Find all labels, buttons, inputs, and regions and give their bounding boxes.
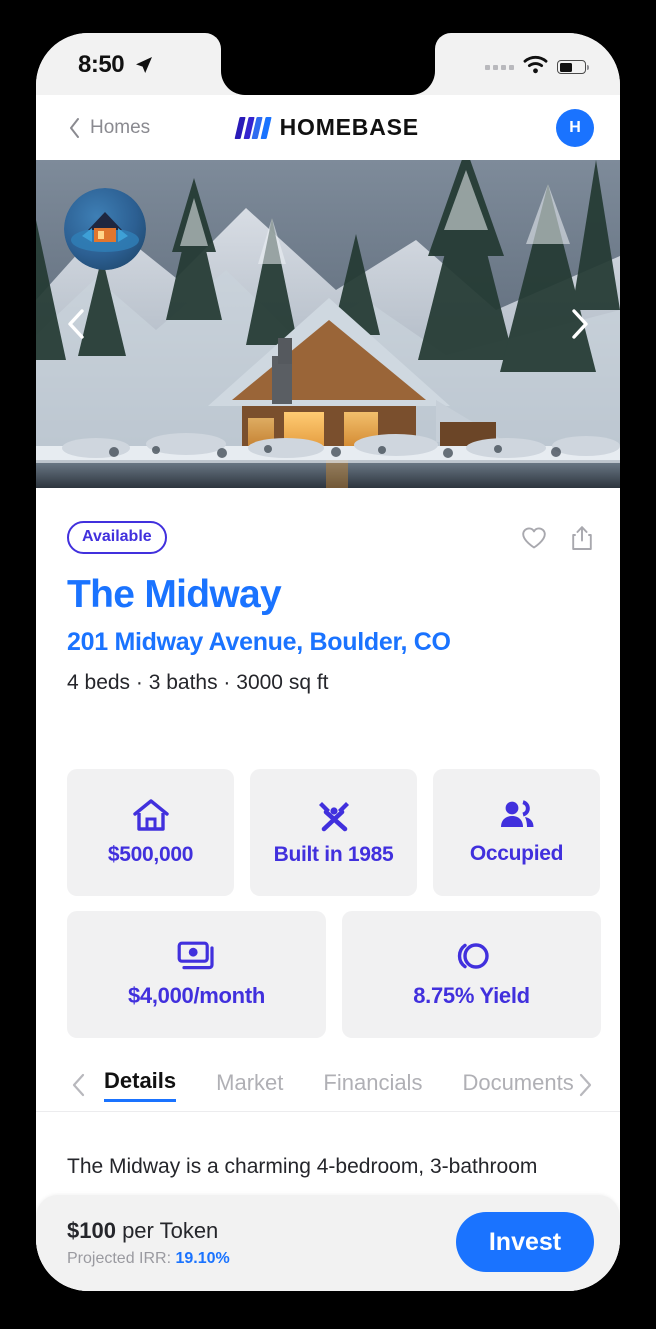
tabs-prev-arrow[interactable] — [64, 1072, 94, 1098]
token-price-amount: $100 — [67, 1218, 116, 1243]
stat-card-price-label: $500,000 — [107, 843, 194, 866]
chevron-left-icon — [70, 117, 79, 138]
property-specs: 4 beds · 3 baths · 3000 sq ft — [67, 671, 329, 694]
home-icon — [132, 799, 169, 831]
projected-irr: Projected IRR: 19.10% — [67, 1250, 230, 1268]
yield-donut-icon — [457, 943, 489, 969]
signal-dots-icon — [485, 64, 514, 70]
title-row: Available — [67, 521, 594, 556]
wifi-icon — [523, 55, 548, 79]
app-header: Homes HOMEBASE H — [36, 95, 620, 160]
tabs-divider — [36, 1111, 620, 1112]
status-time: 8:50 — [78, 51, 125, 78]
tabs-scroll: Details Market Financials Documents — [104, 1068, 584, 1102]
property-hero-image[interactable] — [36, 160, 620, 488]
tab-market[interactable]: Market — [216, 1070, 283, 1101]
irr-value: 19.10% — [175, 1250, 230, 1267]
tab-details[interactable]: Details — [104, 1068, 177, 1102]
property-detail-content: Available The Midway 201 Midway Avenue, — [36, 488, 620, 1291]
chevron-left-icon — [72, 1073, 85, 1097]
stat-card-rent[interactable]: $4,000/month — [67, 911, 326, 1038]
stat-card-year-built[interactable]: Built in 1985 — [250, 769, 417, 896]
page-title: The Midway — [67, 573, 282, 616]
status-badge[interactable]: Available — [67, 521, 167, 554]
tools-icon — [318, 802, 349, 832]
stat-cards-row-one: $500,000 Built in 1985 Occupied — [67, 769, 600, 896]
title-actions — [521, 521, 594, 556]
stat-card-yield[interactable]: 8.75% Yield — [342, 911, 601, 1038]
tab-financials[interactable]: Financials — [323, 1070, 422, 1101]
property-thumbnail-badge[interactable] — [64, 188, 146, 270]
stat-card-price[interactable]: $500,000 — [67, 769, 234, 896]
hero-prev-arrow[interactable] — [54, 302, 98, 346]
chevron-left-icon — [68, 309, 84, 339]
irr-label: Projected IRR: — [67, 1250, 176, 1267]
battery-icon — [557, 60, 589, 74]
homebase-logo-icon — [234, 116, 272, 139]
invest-button[interactable]: Invest — [456, 1212, 594, 1272]
tabs-next-arrow[interactable] — [570, 1072, 600, 1098]
stat-card-occupancy[interactable]: Occupied — [433, 769, 600, 896]
badge-thumbnail-icon — [64, 188, 146, 270]
avatar[interactable]: H — [556, 108, 594, 147]
brand-block: HOMEBASE — [234, 114, 419, 141]
stat-card-occupancy-label: Occupied — [469, 842, 564, 865]
stat-card-yield-label: 8.75% Yield — [413, 983, 530, 1008]
battery-fill — [559, 62, 572, 72]
people-icon — [500, 800, 533, 827]
back-to-homes-button[interactable]: Homes — [69, 117, 150, 139]
stat-card-rent-label: $4,000/month — [127, 983, 265, 1008]
token-price-suffix: per Token — [115, 1218, 219, 1243]
brand-name: HOMEBASE — [279, 114, 419, 140]
chevron-right-icon — [579, 1073, 592, 1097]
phone-notch — [221, 33, 435, 95]
invest-bar: $100 per Token Projected IRR: 19.10% Inv… — [36, 1195, 620, 1291]
hero-next-arrow[interactable] — [558, 302, 602, 346]
phone-frame: Available The Midway 201 Midway Avenue, — [36, 33, 620, 1291]
share-icon[interactable] — [570, 525, 594, 556]
chevron-right-icon — [572, 309, 588, 339]
location-arrow-icon — [134, 55, 154, 80]
token-price: $100 per Token — [67, 1218, 218, 1244]
stat-card-year-built-label: Built in 1985 — [273, 843, 394, 866]
property-address: 201 Midway Avenue, Boulder, CO — [67, 628, 451, 656]
back-to-homes-label: Homes — [90, 116, 151, 138]
heart-icon[interactable] — [521, 526, 547, 555]
status-indicators — [485, 55, 589, 79]
detail-tabs: Details Market Financials Documents — [36, 1059, 620, 1111]
tab-documents[interactable]: Documents — [462, 1070, 573, 1101]
stat-cards-row-two: $4,000/month 8.75% Yield — [67, 911, 601, 1038]
cash-icon — [177, 941, 214, 970]
